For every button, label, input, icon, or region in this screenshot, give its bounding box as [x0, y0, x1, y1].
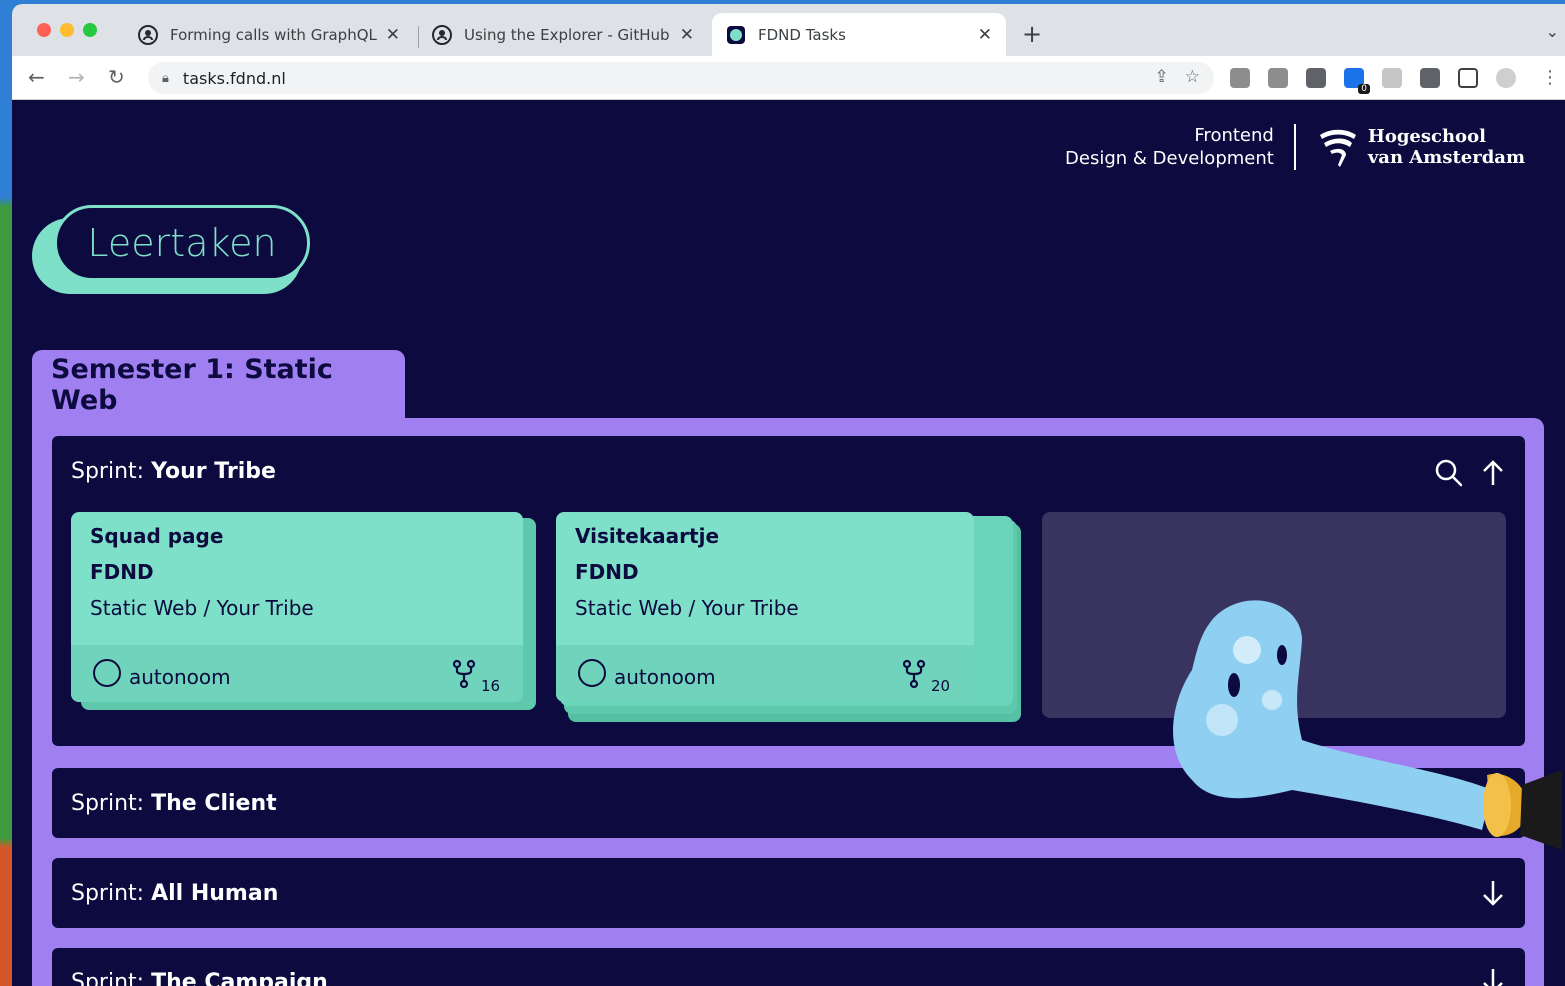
share-icon[interactable]: ⇪ — [1155, 67, 1169, 87]
back-arrow-icon[interactable]: ← — [28, 65, 45, 89]
program-name: Frontend Design & Development — [1065, 124, 1296, 170]
task-org: FDND — [575, 560, 639, 584]
browser-tab-graphql[interactable]: Forming calls with GraphQL - G ✕ — [124, 13, 414, 56]
profile-avatar-icon[interactable] — [1496, 68, 1516, 88]
sprint-name: The Client — [151, 790, 277, 816]
browser-tab-fdnd-tasks[interactable]: FDND Tasks ✕ — [712, 13, 1006, 56]
close-icon[interactable]: ✕ — [680, 25, 694, 45]
task-path: Static Web / Your Tribe — [575, 596, 799, 620]
status-circle-icon — [93, 659, 121, 687]
fork-icon — [901, 659, 927, 695]
tab-title: Using the Explorer - GitHub Do — [464, 25, 672, 44]
close-icon[interactable]: ✕ — [386, 25, 400, 45]
task-card-visitekaartje[interactable]: Visitekaartje FDND Static Web / Your Tri… — [556, 512, 1021, 722]
url-text: tasks.fdnd.nl — [182, 68, 286, 88]
sprint-header[interactable]: Sprint: All Human — [71, 858, 278, 928]
new-tab-icon[interactable]: + — [1022, 20, 1042, 48]
task-card[interactable]: Squad page FDND Static Web / Your Tribe … — [71, 512, 523, 702]
tab-title: FDND Tasks — [758, 25, 846, 44]
sprint-header[interactable]: Sprint: Your Tribe — [71, 436, 276, 506]
window-controls — [37, 23, 97, 37]
fork-count: 16 — [481, 677, 501, 695]
more-options-icon[interactable]: ⋮ — [1541, 67, 1559, 88]
github-icon — [432, 24, 452, 45]
sprint-name: Your Tribe — [151, 458, 276, 484]
program-line-1: Frontend — [1194, 125, 1274, 146]
sprint-name: The Campaign — [151, 969, 328, 986]
header-brand: Frontend Design & Development Hogeschool… — [1065, 124, 1525, 170]
school-line-2: van Amsterdam — [1367, 147, 1525, 168]
fork-icon — [451, 659, 477, 695]
extension-badge-icon[interactable] — [1344, 68, 1370, 94]
fdnd-favicon — [726, 25, 746, 45]
sprint-header[interactable]: Sprint: The Campaign — [71, 952, 328, 986]
camera-icon[interactable] — [1268, 68, 1288, 88]
page-title: Leertaken — [54, 205, 310, 281]
close-icon[interactable]: ✕ — [978, 25, 992, 45]
extension-icons — [1230, 68, 1516, 94]
task-path: Static Web / Your Tribe — [90, 596, 314, 620]
school-line-1: Hogeschool — [1367, 126, 1486, 147]
task-footer: autonoom 16 — [71, 645, 523, 702]
task-title: Visitekaartje — [575, 524, 720, 548]
sidebar-icon[interactable] — [1458, 68, 1478, 88]
sprint-label: Sprint: — [71, 969, 145, 986]
forward-arrow-icon[interactable]: → — [68, 65, 85, 89]
tab-strip: Forming calls with GraphQL - G ✕ Using t… — [12, 4, 1565, 56]
sprint-label: Sprint: — [71, 880, 145, 906]
semester-title: Semester 1: Static Web — [32, 350, 405, 420]
arrow-down-icon[interactable] — [1480, 878, 1506, 914]
task-title: Squad page — [90, 524, 224, 548]
browser-toolbar: ← → ↻ 🔒︎ tasks.fdnd.nl ⇪ ☆ ⋮ — [12, 56, 1565, 100]
task-footer: autonoom 20 — [556, 645, 974, 702]
sprint-header[interactable]: Sprint: The Client — [71, 768, 277, 838]
lock-icon: 🔒︎ — [162, 70, 169, 86]
school-logo[interactable]: Hogeschool van Amsterdam — [1296, 125, 1525, 169]
reload-icon[interactable]: ↻ — [108, 65, 125, 89]
water-hose-mascot-icon — [1173, 600, 1562, 850]
puzzle-icon[interactable] — [1420, 68, 1440, 88]
document-icon[interactable] — [1382, 68, 1402, 88]
browser-window: Forming calls with GraphQL - G ✕ Using t… — [12, 4, 1565, 986]
page-content: Frontend Design & Development Hogeschool… — [12, 100, 1565, 986]
minimize-window-button[interactable] — [60, 23, 74, 37]
fork-count: 20 — [931, 677, 951, 695]
chevron-down-icon[interactable]: ⌄ — [1546, 22, 1559, 41]
sprint-name: All Human — [151, 880, 279, 906]
sprint-all-human[interactable]: Sprint: All Human — [52, 858, 1525, 928]
task-status: autonoom — [614, 665, 716, 689]
address-bar[interactable]: 🔒︎ tasks.fdnd.nl ⇪ ☆ — [148, 62, 1214, 94]
tab-title: Forming calls with GraphQL - G — [170, 25, 378, 44]
arrow-up-icon[interactable] — [1480, 458, 1506, 494]
page-title-badge: Leertaken — [32, 202, 322, 302]
video-icon[interactable] — [1306, 68, 1326, 88]
star-icon[interactable]: ☆ — [1185, 67, 1200, 87]
sprint-the-campaign[interactable]: Sprint: The Campaign — [52, 948, 1525, 986]
task-card-squad-page[interactable]: Squad page FDND Static Web / Your Tribe … — [71, 512, 536, 712]
status-circle-icon — [578, 659, 606, 687]
task-org: FDND — [90, 560, 154, 584]
sprint-label: Sprint: — [71, 790, 145, 816]
extension-gear-icon[interactable] — [1230, 68, 1250, 88]
maximize-window-button[interactable] — [83, 23, 97, 37]
hva-logo-icon — [1319, 129, 1356, 167]
sprint-label: Sprint: — [71, 458, 145, 484]
github-icon — [138, 24, 158, 45]
program-line-2: Design & Development — [1065, 148, 1274, 169]
task-status: autonoom — [129, 665, 231, 689]
browser-tab-explorer[interactable]: Using the Explorer - GitHub Do ✕ — [418, 13, 708, 56]
close-window-button[interactable] — [37, 23, 51, 37]
task-card[interactable]: Visitekaartje FDND Static Web / Your Tri… — [556, 512, 974, 702]
arrow-down-icon[interactable] — [1480, 966, 1506, 986]
search-icon[interactable] — [1434, 458, 1464, 494]
